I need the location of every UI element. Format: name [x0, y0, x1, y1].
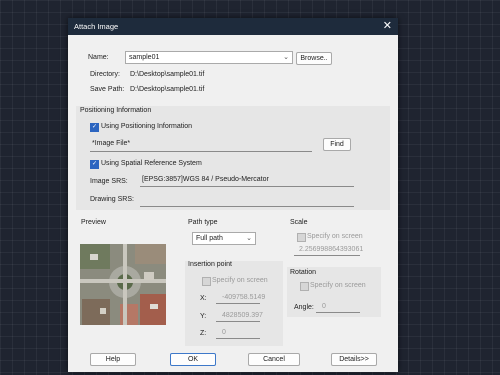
checkmark-icon: ✓: [91, 161, 98, 167]
z-value: 0: [222, 329, 226, 336]
drawing-srs-label: Drawing SRS:: [90, 196, 134, 203]
x-value: -409758.5149: [222, 294, 266, 301]
positioning-header: Positioning Information: [80, 107, 152, 114]
angle-field[interactable]: 0: [316, 302, 360, 313]
name-label: Name:: [88, 54, 109, 61]
rotation-specify-checkbox[interactable]: [300, 282, 309, 291]
scale-specify-checkbox[interactable]: [297, 233, 306, 242]
insertion-specify-label: Specify on screen: [212, 277, 268, 284]
positioning-section: [76, 106, 390, 210]
details-button[interactable]: Details>>: [331, 353, 377, 366]
save-path-label: Save Path:: [90, 86, 125, 93]
preview-label: Preview: [81, 219, 106, 226]
scale-value: 2.256998864393061: [299, 246, 364, 253]
rotation-specify-label: Specify on screen: [310, 282, 366, 289]
image-file-field[interactable]: [90, 141, 312, 152]
insertion-specify-checkbox[interactable]: [202, 277, 211, 286]
path-type-value: Full path: [196, 235, 223, 242]
use-srs-label: Using Spatial Reference System: [101, 160, 202, 167]
checkmark-icon: ✓: [91, 124, 98, 130]
chevron-down-icon: ⌄: [246, 235, 252, 242]
use-positioning-checkbox[interactable]: ✓: [90, 123, 99, 132]
browse-button[interactable]: Browse..: [296, 52, 332, 65]
rotation-label: Rotation: [290, 269, 317, 276]
insertion-point-label: Insertion point: [188, 261, 232, 268]
use-positioning-label: Using Positioning Information: [101, 123, 193, 130]
title-bar: Attach Image ✕: [68, 18, 398, 35]
directory-label: Directory:: [90, 71, 120, 78]
find-button[interactable]: Find: [323, 138, 351, 151]
directory-value: D:\Desktop\sample01.tif: [130, 71, 205, 78]
name-dropdown[interactable]: sample01 ⌄: [125, 51, 293, 64]
ok-button[interactable]: OK: [170, 353, 216, 366]
aerial-map-icon: [80, 244, 166, 325]
y-label: Y:: [200, 313, 207, 320]
image-srs-label: Image SRS:: [90, 178, 128, 185]
attach-image-dialog: Attach Image ✕ Name: sample01 ⌄ Browse..…: [68, 18, 398, 372]
dialog-title: Attach Image: [74, 22, 119, 31]
drawing-srs-field[interactable]: [140, 196, 354, 207]
image-srs-field[interactable]: [EPSG:3857]WGS 84 / Pseudo-Mercator: [140, 176, 354, 187]
chevron-down-icon: ⌄: [283, 54, 289, 61]
angle-label: Angle:: [294, 304, 314, 311]
help-button[interactable]: Help: [90, 353, 136, 366]
cancel-button[interactable]: Cancel: [248, 353, 300, 366]
z-label: Z:: [200, 330, 207, 337]
preview-image: [80, 244, 166, 325]
x-label: X:: [200, 295, 207, 302]
scale-specify-label: Specify on screen: [307, 233, 363, 240]
scale-field[interactable]: 2.256998864393061: [294, 245, 364, 256]
path-type-dropdown[interactable]: Full path ⌄: [192, 232, 256, 245]
close-icon[interactable]: ✕: [383, 19, 392, 32]
use-srs-checkbox[interactable]: ✓: [90, 160, 99, 169]
y-field[interactable]: 4828509.397: [216, 311, 263, 322]
save-path-value: D:\Desktop\sample01.tif: [130, 86, 205, 93]
path-type-label: Path type: [188, 219, 218, 226]
angle-value: 0: [322, 303, 326, 310]
scale-label: Scale: [290, 219, 308, 226]
z-field[interactable]: 0: [216, 328, 260, 339]
x-field[interactable]: -409758.5149: [216, 293, 265, 304]
y-value: 4828509.397: [222, 312, 263, 319]
image-srs-value: [EPSG:3857]WGS 84 / Pseudo-Mercator: [142, 176, 269, 183]
name-value: sample01: [129, 54, 160, 61]
